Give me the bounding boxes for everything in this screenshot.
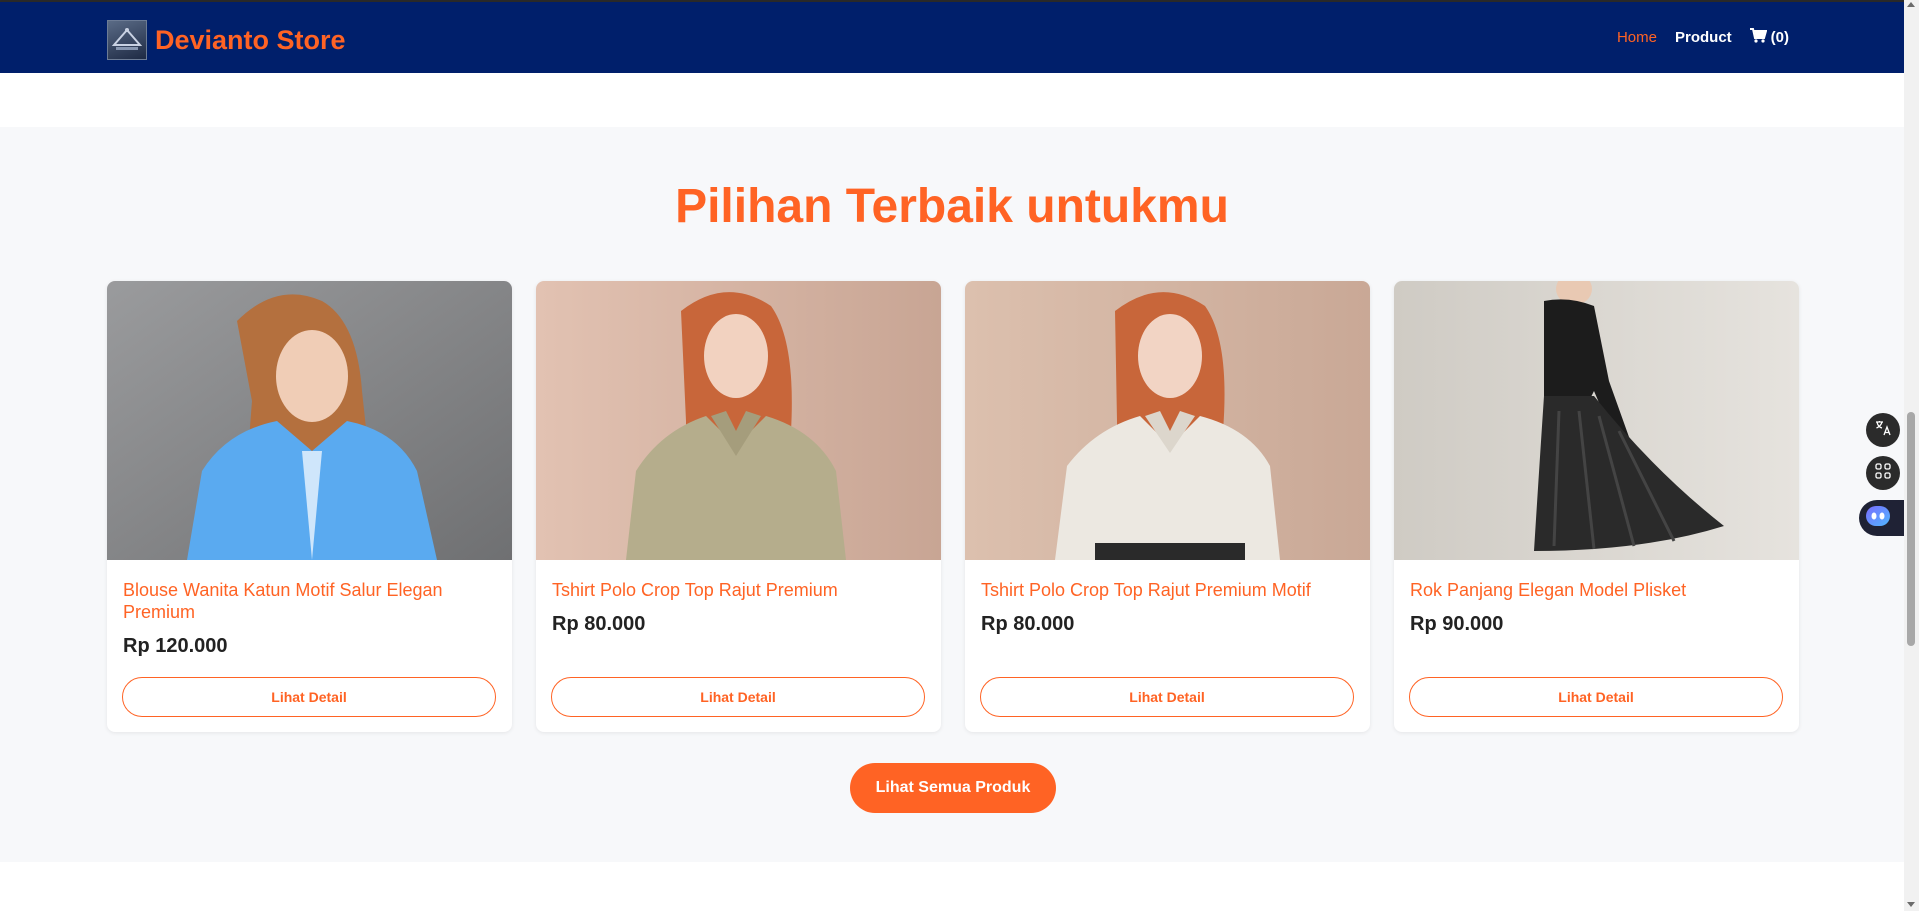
previous-section-end [0,73,1904,127]
navbar: Devianto Store Home Product (0) [0,2,1904,73]
main-nav: Home Product (0) [1617,28,1789,47]
best-picks-section: Pilihan Terbaik untukmu Blouse Wanita Ka… [0,127,1904,862]
product-price: Rp 120.000 [123,635,228,657]
assistant-button[interactable] [1859,500,1905,536]
product-name[interactable]: Rok Panjang Elegan Model Plisket [1410,579,1780,601]
product-image[interactable] [536,281,941,560]
product-name[interactable]: Tshirt Polo Crop Top Rajut Premium [552,579,922,601]
view-detail-button[interactable]: Lihat Detail [980,677,1354,717]
translate-button[interactable] [1866,413,1900,447]
product-price: Rp 80.000 [552,613,646,635]
section-title: Pilihan Terbaik untukmu [675,180,1229,233]
apps-button[interactable] [1866,456,1900,490]
product-image[interactable] [965,281,1370,560]
brand-name: Devianto Store [155,24,346,55]
view-detail-button[interactable]: Lihat Detail [551,677,925,717]
product-image[interactable] [107,281,512,560]
cart-icon [1749,28,1767,47]
product-name[interactable]: Tshirt Polo Crop Top Rajut Premium Motif [981,579,1351,601]
scroll-up-arrow-icon[interactable] [1907,2,1915,7]
product-card[interactable]: Tshirt Polo Crop Top Rajut Premium Rp 80… [536,281,941,732]
cart-count: (0) [1770,29,1789,46]
nav-home-link[interactable]: Home [1617,29,1657,46]
product-name[interactable]: Blouse Wanita Katun Motif Salur Elegan P… [123,579,493,623]
product-price: Rp 90.000 [1410,613,1504,635]
brand-logo [107,20,147,60]
product-card[interactable]: Rok Panjang Elegan Model Plisket Rp 90.0… [1394,281,1799,732]
scroll-down-arrow-icon[interactable] [1907,902,1915,907]
cart-link[interactable]: (0) [1749,28,1789,47]
product-card[interactable]: Blouse Wanita Katun Motif Salur Elegan P… [107,281,512,732]
view-detail-button[interactable]: Lihat Detail [122,677,496,717]
apps-icon [1874,462,1892,485]
view-all-products-button[interactable]: Lihat Semua Produk [850,763,1056,813]
assistant-icon [1865,504,1891,533]
next-section-start [0,862,1904,911]
product-image[interactable] [1394,281,1799,560]
nav-product-link[interactable]: Product [1675,29,1732,46]
brand[interactable]: Devianto Store [107,20,346,60]
scrollbar-thumb[interactable] [1907,412,1915,646]
page-scrollbar[interactable] [1904,0,1919,911]
product-card[interactable]: Tshirt Polo Crop Top Rajut Premium Motif… [965,281,1370,732]
view-detail-button[interactable]: Lihat Detail [1409,677,1783,717]
translate-icon [1874,419,1892,442]
product-price: Rp 80.000 [981,613,1075,635]
